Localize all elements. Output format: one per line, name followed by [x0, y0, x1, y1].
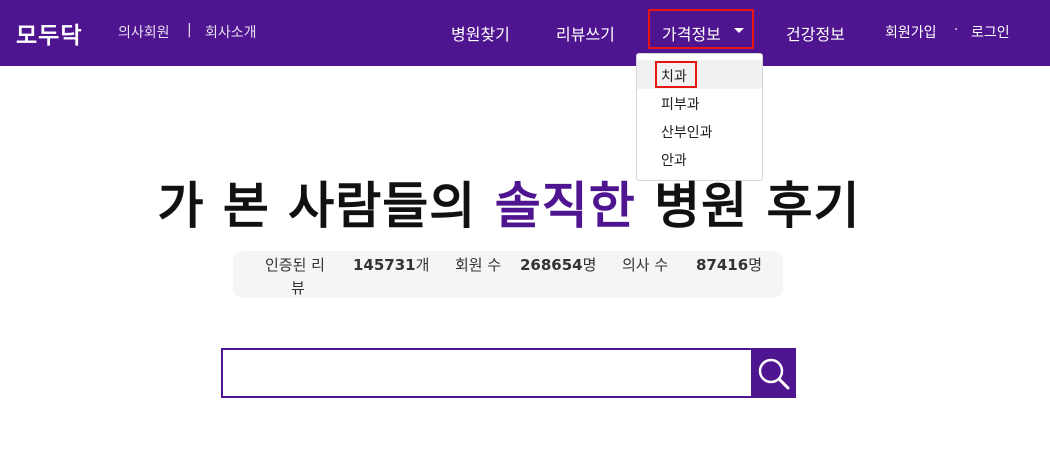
hero-headline: 가 본 사람들의 솔직한 병원 후기	[0, 166, 1018, 238]
doctor-label: 의사 수	[622, 256, 669, 274]
headline-part1: 가 본 사람들의	[157, 177, 477, 235]
dropdown-item-obgyn[interactable]: 산부인과	[661, 122, 713, 142]
dropdown-item-dermatology[interactable]: 피부과	[661, 94, 700, 114]
search-button[interactable]	[752, 348, 796, 398]
search-input[interactable]	[221, 348, 753, 398]
nav-separator: |	[187, 22, 192, 38]
stats-bar: 인증된 리 뷰 145731개 회원 수 268654명 의사 수 87416명	[233, 251, 783, 298]
review-label-cont: 뷰	[291, 279, 305, 297]
review-count: 145731개	[353, 256, 430, 274]
doctor-member-link[interactable]: 의사회원	[118, 22, 170, 42]
doctor-count: 87416명	[696, 256, 762, 274]
top-navbar: 모두닥 의사회원 | 회사소개 병원찾기 리뷰쓰기 가격정보 건강정보 회원가입…	[0, 0, 1050, 66]
nav-dot-separator: ·	[954, 22, 959, 38]
price-dropdown-menu: 치과 피부과 산부인과 안과	[636, 53, 763, 181]
nav-price-info-label: 가격정보	[662, 25, 721, 44]
caret-down-icon	[734, 28, 744, 33]
login-link[interactable]: 로그인	[971, 22, 1010, 42]
review-label: 인증된 리	[265, 256, 325, 274]
member-label: 회원 수	[455, 256, 502, 274]
signup-link[interactable]: 회원가입	[885, 22, 937, 42]
nav-price-info-dropdown[interactable]: 가격정보	[648, 9, 754, 49]
headline-part2: 병원 후기	[654, 177, 861, 235]
nav-write-review[interactable]: 리뷰쓰기	[556, 21, 615, 45]
nav-health-info[interactable]: 건강정보	[786, 21, 845, 45]
logo[interactable]: 모두닥	[16, 16, 82, 50]
nav-find-hospital[interactable]: 병원찾기	[451, 21, 510, 45]
company-intro-link[interactable]: 회사소개	[205, 22, 257, 42]
dropdown-item-dentistry[interactable]: 치과	[661, 66, 687, 86]
member-count: 268654명	[520, 256, 597, 274]
headline-accent: 솔직한	[494, 177, 636, 235]
search-icon	[758, 358, 790, 390]
